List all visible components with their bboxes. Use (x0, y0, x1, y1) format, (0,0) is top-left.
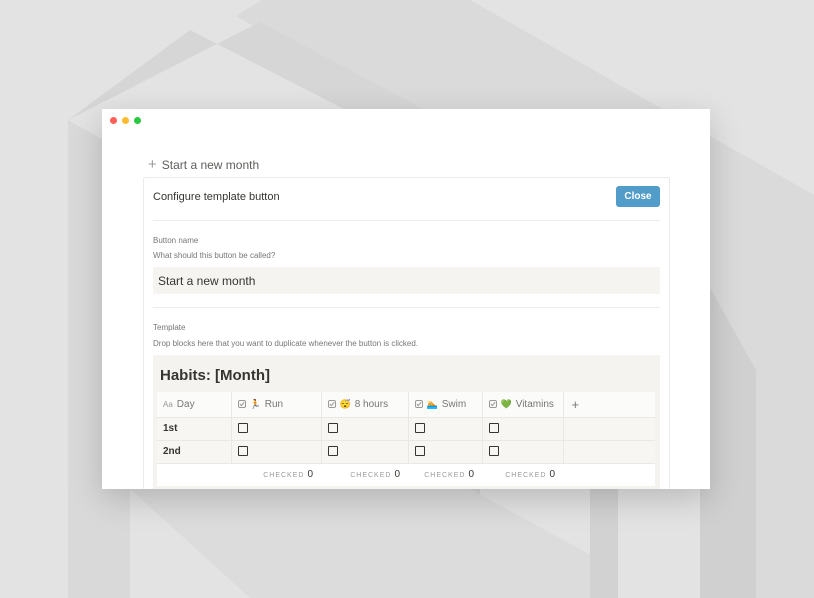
empty-calc-cell (157, 462, 231, 486)
swimmer-emoji-icon: 🏊 (426, 398, 438, 409)
divider (153, 307, 660, 308)
swim-checkbox-cell[interactable] (407, 416, 483, 441)
calc-value: 0 (468, 469, 474, 481)
column-label: Vitamins (515, 398, 554, 410)
checkbox[interactable] (237, 446, 248, 457)
sleeping-emoji-icon: 😴 (339, 398, 351, 409)
panel-title: Configure template button (153, 191, 280, 203)
maximize-window-button[interactable] (134, 117, 141, 124)
checkbox[interactable] (488, 446, 499, 457)
calc-cell-swim[interactable]: CHECKED 0 (408, 462, 482, 486)
8-hours-checkbox-cell[interactable] (320, 439, 409, 464)
column-header-vitamins[interactable]: 💚 Vitamins (481, 392, 564, 418)
app-window: + Start a new month Configure template b… (102, 109, 710, 489)
calc-cell-8-hours[interactable]: CHECKED 0 (321, 462, 408, 486)
checkbox-property-icon (327, 400, 336, 409)
checkbox[interactable] (414, 423, 425, 434)
checkbox-property-icon (414, 400, 423, 409)
run-checkbox-cell[interactable] (230, 416, 322, 441)
template-button[interactable]: + Start a new month (148, 157, 259, 172)
template-drop-area[interactable]: Habits: [Month] Aa Day 🏃 Run 😴 8 hours 🏊… (153, 355, 660, 489)
column-header-8-hours[interactable]: 😴 8 hours (320, 392, 409, 418)
run-checkbox-cell[interactable] (230, 439, 322, 464)
checkbox[interactable] (488, 423, 499, 434)
window-controls (110, 117, 141, 124)
text-property-icon: Aa (163, 399, 173, 409)
column-label: Day (176, 398, 195, 410)
vitamins-checkbox-cell[interactable] (481, 439, 564, 464)
template-button-label: Start a new month (161, 157, 260, 172)
calc-label: CHECKED (505, 472, 547, 480)
button-name-input[interactable]: Start a new month (153, 267, 660, 294)
database-title[interactable]: Habits: [Month] (160, 367, 270, 384)
day-cell[interactable]: 1st (157, 416, 232, 441)
calc-value: 0 (307, 469, 313, 481)
calc-label: CHECKED (424, 472, 466, 480)
calc-value: 0 (549, 469, 555, 481)
vitamins-checkbox-cell[interactable] (481, 416, 564, 441)
swim-checkbox-cell[interactable] (407, 439, 483, 464)
minimize-window-button[interactable] (122, 117, 129, 124)
plus-icon: + (148, 156, 157, 173)
empty-calc-cell (563, 462, 655, 486)
checkbox-property-icon (237, 400, 246, 409)
column-header-run[interactable]: 🏃 Run (230, 392, 322, 418)
close-button[interactable]: Close (616, 186, 660, 207)
day-cell[interactable]: 2nd (157, 439, 232, 464)
empty-cell (562, 439, 655, 464)
green-heart-emoji-icon: 💚 (500, 398, 512, 409)
column-label: Swim (441, 398, 467, 410)
column-label: 8 hours (354, 398, 389, 410)
calc-label: CHECKED (350, 472, 392, 480)
configure-template-panel: Configure template button Close Button n… (143, 177, 670, 489)
add-column-button[interactable]: + (562, 392, 655, 418)
runner-emoji-icon: 🏃 (249, 398, 261, 409)
checkbox-property-icon (488, 400, 497, 409)
plus-icon: + (571, 396, 580, 412)
button-name-hint: What should this button be called? (153, 251, 276, 260)
column-header-swim[interactable]: 🏊 Swim (407, 392, 483, 418)
calc-cell-run[interactable]: CHECKED 0 (231, 462, 321, 486)
checkbox[interactable] (327, 423, 338, 434)
calc-cell-vitamins[interactable]: CHECKED 0 (482, 462, 563, 486)
table-row[interactable]: 1st (157, 416, 655, 441)
empty-cell (562, 416, 655, 441)
close-window-button[interactable] (110, 117, 117, 124)
template-label: Template (153, 323, 186, 332)
calc-label: CHECKED (263, 472, 305, 480)
table-header-row: Aa Day 🏃 Run 😴 8 hours 🏊 Swim 💚 Vitamins… (157, 392, 655, 418)
calc-value: 0 (394, 469, 400, 481)
habits-table: Aa Day 🏃 Run 😴 8 hours 🏊 Swim 💚 Vitamins… (157, 392, 655, 486)
button-name-label: Button name (153, 236, 199, 245)
checkbox[interactable] (327, 446, 338, 457)
column-label: Run (264, 398, 284, 410)
checkbox[interactable] (237, 423, 248, 434)
template-hint: Drop blocks here that you want to duplic… (153, 339, 419, 348)
8-hours-checkbox-cell[interactable] (320, 416, 409, 441)
checkbox[interactable] (414, 446, 425, 457)
column-header-day[interactable]: Aa Day (157, 392, 232, 418)
divider (153, 220, 660, 221)
table-row[interactable]: 2nd (157, 439, 655, 464)
calculation-row: CHECKED 0 CHECKED 0 CHECKED 0 CHECKED 0 (157, 462, 655, 486)
